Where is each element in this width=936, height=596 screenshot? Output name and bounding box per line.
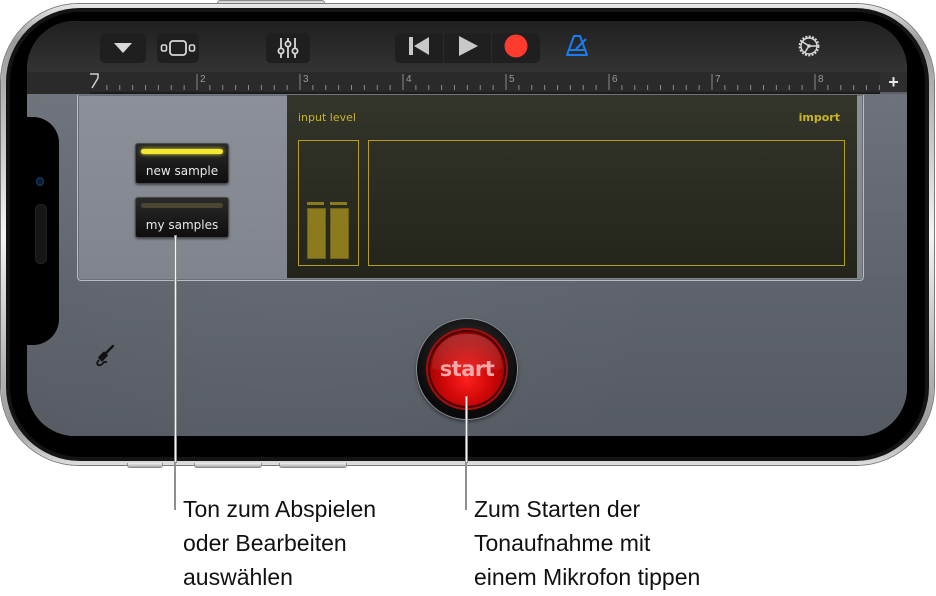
input-level-meter [298, 140, 359, 266]
start-button[interactable]: start [417, 319, 517, 419]
new-sample-label: new sample [145, 164, 219, 178]
meter-bar-left [307, 208, 326, 259]
mixer-button[interactable] [266, 33, 310, 63]
transport-controls [395, 33, 540, 63]
phone-side-button [127, 463, 163, 468]
waveform-area [368, 140, 845, 266]
dropdown-button[interactable] [100, 33, 146, 63]
metronome-icon [565, 34, 589, 63]
caption-start: Zum Starten der Tonaufnahme mit einem Mi… [474, 496, 701, 590]
my-samples-label: my samples [145, 218, 219, 232]
meter-peak-left [307, 202, 324, 205]
front-camera [36, 177, 44, 186]
playhead-marker[interactable] [90, 73, 99, 89]
app-screen: 2 3 4 5 6 7 8 + new sample my samples input le… [27, 21, 907, 436]
new-sample-button[interactable]: new sample [135, 143, 229, 184]
ruler-bar-number: 2 [200, 74, 206, 85]
track-view-icon [160, 39, 196, 57]
timeline-ruler[interactable]: 2 3 4 5 6 7 8 [90, 72, 906, 94]
input-settings-button[interactable] [93, 343, 117, 367]
record-icon [504, 34, 528, 63]
gear-icon [796, 33, 822, 64]
volume-down-button [279, 463, 347, 468]
add-section-button[interactable]: + [880, 72, 907, 92]
ruler-bar-number: 7 [715, 74, 721, 85]
ruler-bar-number: 4 [406, 74, 412, 85]
import-button[interactable]: import [799, 111, 840, 124]
play-icon [457, 35, 479, 62]
triangle-down-icon [113, 42, 133, 54]
caption-samples: Ton zum Abspielen oder Bearbeiten auswäh… [183, 496, 377, 590]
control-bar [27, 21, 907, 72]
my-samples-led [141, 203, 223, 208]
view-toggle-button[interactable] [157, 33, 199, 63]
rewind-button[interactable] [395, 33, 444, 63]
play-button[interactable] [444, 33, 493, 63]
callout-line-start [466, 397, 467, 462]
skip-back-icon [408, 36, 430, 61]
ruler-bar-number: 3 [303, 74, 309, 85]
ruler-bar-number: 6 [612, 74, 618, 85]
meter-peak-right [330, 202, 347, 205]
sliders-icon [277, 37, 299, 59]
ruler-bar-number: 5 [509, 74, 515, 85]
earpiece-speaker [35, 204, 47, 264]
meter-bar-right [330, 208, 349, 259]
metronome-button[interactable] [562, 33, 592, 63]
ruler-bar-number: 8 [818, 74, 824, 85]
sampler-instrument: new sample my samples input level import [27, 94, 907, 436]
start-label: start [439, 357, 495, 381]
callout-line-samples [175, 236, 176, 462]
settings-button[interactable] [794, 33, 824, 63]
input-level-label: input level [298, 111, 356, 124]
volume-up-button [194, 463, 262, 468]
sampler-panel: new sample my samples input level import [77, 95, 864, 281]
record-button[interactable] [492, 33, 540, 63]
ruler-ticks: 2 3 4 5 6 7 8 [90, 73, 906, 90]
my-samples-button[interactable]: my samples [135, 197, 229, 238]
new-sample-led [141, 149, 223, 154]
audio-jack-icon [93, 344, 117, 371]
sample-display: input level import [287, 95, 857, 278]
